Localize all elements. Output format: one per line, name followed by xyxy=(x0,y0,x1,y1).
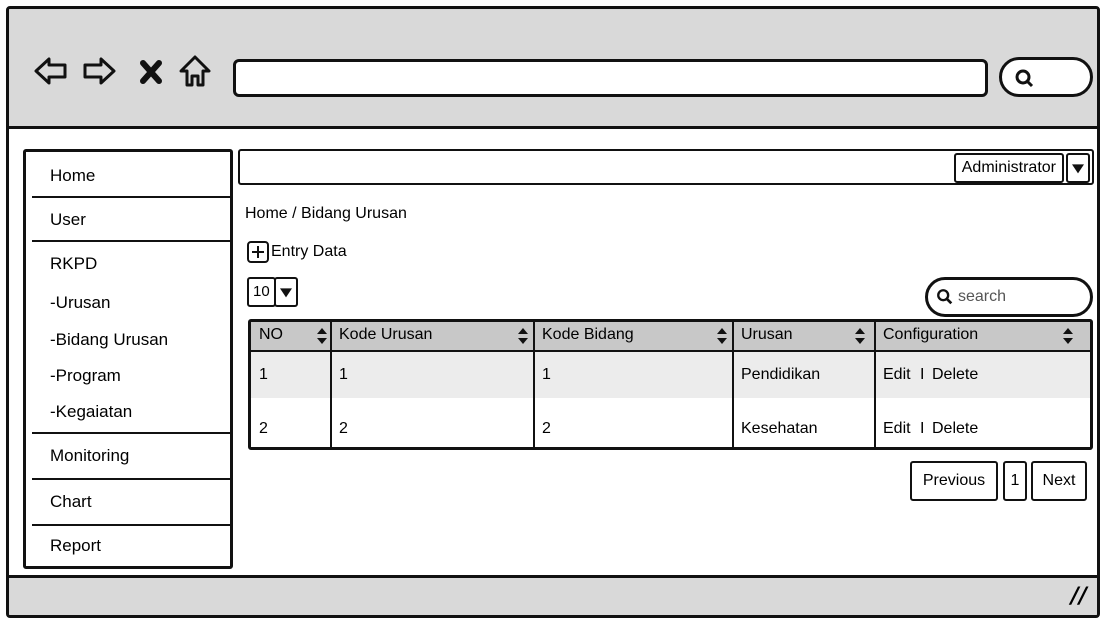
search-icon xyxy=(1015,69,1034,88)
browser-window: Home User RKPD -Urusan -Bidang Urusan -P… xyxy=(6,6,1100,618)
column-divider xyxy=(330,322,332,447)
delete-link[interactable]: Delete xyxy=(932,366,978,384)
header-bar: Administrator xyxy=(238,149,1094,185)
sidebar-item-bidang-urusan[interactable]: -Bidang Urusan xyxy=(26,330,230,350)
cell-no: 2 xyxy=(259,420,268,437)
sidebar-item-report[interactable]: Report xyxy=(26,536,230,556)
sidebar-item-rkpd[interactable]: RKPD xyxy=(26,254,230,274)
divider xyxy=(32,478,230,480)
sidebar-nav: Home User RKPD -Urusan -Bidang Urusan -P… xyxy=(23,149,233,569)
sort-icon[interactable] xyxy=(855,328,865,344)
close-icon[interactable] xyxy=(137,53,165,89)
page-number-button[interactable]: 1 xyxy=(1003,461,1027,501)
table-row: 2 2 2 Kesehatan Edit I Delete xyxy=(251,404,1090,447)
sidebar-item-monitoring[interactable]: Monitoring xyxy=(26,446,230,466)
link-separator: I xyxy=(920,366,925,383)
sort-icon[interactable] xyxy=(717,328,727,344)
status-bar: // xyxy=(9,575,1097,615)
column-divider xyxy=(874,322,876,447)
column-divider xyxy=(533,322,535,447)
divider xyxy=(32,432,230,434)
column-header-kode-bidang[interactable]: Kode Bidang xyxy=(542,326,634,344)
entry-data-button[interactable]: Entry Data xyxy=(247,241,347,263)
page-size-select[interactable]: 10 xyxy=(247,277,298,307)
edit-link[interactable]: Edit xyxy=(883,420,911,438)
cell-urusan: Kesehatan xyxy=(741,420,818,437)
cell-kode-bidang: 2 xyxy=(542,420,551,437)
link-separator: I xyxy=(920,420,925,437)
divider xyxy=(32,196,230,198)
cell-kode-urusan: 2 xyxy=(339,420,348,437)
column-header-kode-urusan[interactable]: Kode Urusan xyxy=(339,326,432,344)
resize-grip-icon[interactable]: // xyxy=(1071,584,1087,609)
sort-icon[interactable] xyxy=(1063,328,1073,344)
page-size-value: 10 xyxy=(247,277,276,307)
browser-toolbar xyxy=(9,9,1097,129)
cell-kode-bidang: 1 xyxy=(542,366,551,383)
column-header-configuration[interactable]: Configuration xyxy=(883,326,978,344)
table-row: 1 1 1 Pendidikan Edit I Delete xyxy=(251,352,1090,398)
search-icon xyxy=(937,289,953,305)
delete-link[interactable]: Delete xyxy=(932,420,978,438)
cell-urusan: Pendidikan xyxy=(741,366,821,383)
edit-link[interactable]: Edit xyxy=(883,366,911,384)
plus-icon xyxy=(247,241,269,263)
chevron-down-icon xyxy=(273,277,298,307)
previous-page-button[interactable]: Previous xyxy=(910,461,998,501)
back-arrow-icon[interactable] xyxy=(33,53,69,89)
home-icon[interactable] xyxy=(177,53,213,89)
column-header-no[interactable]: NO xyxy=(259,326,283,344)
sidebar-item-home[interactable]: Home xyxy=(26,166,230,186)
column-header-urusan[interactable]: Urusan xyxy=(741,326,793,344)
sort-icon[interactable] xyxy=(317,328,327,344)
divider xyxy=(32,524,230,526)
cell-kode-urusan: 1 xyxy=(339,366,348,383)
address-bar[interactable] xyxy=(233,59,988,97)
sidebar-item-urusan[interactable]: -Urusan xyxy=(26,293,230,313)
next-page-button[interactable]: Next xyxy=(1031,461,1087,501)
entry-data-label: Entry Data xyxy=(271,243,347,260)
search-input[interactable] xyxy=(958,288,1068,306)
sidebar-item-program[interactable]: -Program xyxy=(26,366,230,386)
forward-arrow-icon[interactable] xyxy=(81,53,117,89)
browser-search-button[interactable] xyxy=(999,57,1093,97)
divider xyxy=(32,240,230,242)
data-table: NO Kode Urusan Kode Bidang Urusan Config… xyxy=(248,319,1093,450)
column-divider xyxy=(732,322,734,447)
table-header: NO Kode Urusan Kode Bidang Urusan Config… xyxy=(251,322,1090,352)
user-role-select[interactable]: Administrator xyxy=(953,153,1064,183)
sort-icon[interactable] xyxy=(518,328,528,344)
breadcrumb: Home / Bidang Urusan xyxy=(245,205,407,222)
table-search[interactable] xyxy=(925,277,1093,317)
chevron-down-icon[interactable] xyxy=(1066,153,1090,183)
sidebar-item-user[interactable]: User xyxy=(26,210,230,230)
cell-no: 1 xyxy=(259,366,268,383)
sidebar-item-chart[interactable]: Chart xyxy=(26,492,230,512)
sidebar-item-kegaiatan[interactable]: -Kegaiatan xyxy=(26,402,230,422)
